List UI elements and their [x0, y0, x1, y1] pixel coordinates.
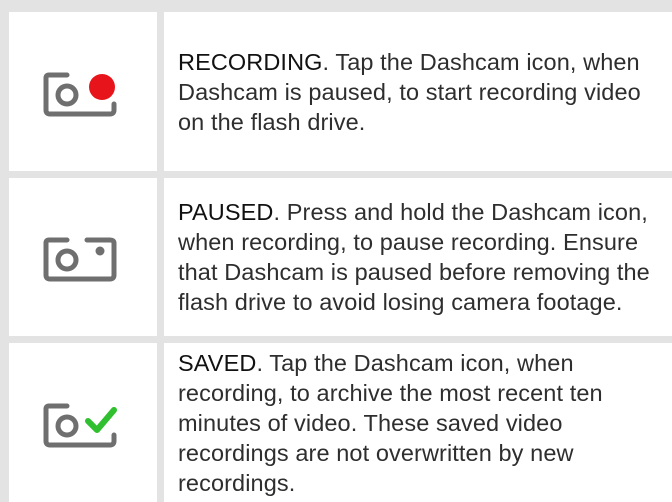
icon-cell — [9, 178, 157, 336]
table-row-paused: PAUSED. Press and hold the Dashcam icon,… — [0, 178, 672, 336]
description-text: RECORDING. Tap the Dashcam icon, when Da… — [178, 47, 672, 137]
description-cell: RECORDING. Tap the Dashcam icon, when Da… — [178, 12, 672, 171]
dashcam-paused-icon — [43, 237, 117, 282]
dashcam-status-table: RECORDING. Tap the Dashcam icon, when Da… — [0, 0, 672, 502]
description-cell: PAUSED. Press and hold the Dashcam icon,… — [178, 178, 672, 336]
row-divider — [0, 336, 672, 343]
dashcam-saved-icon — [43, 403, 117, 447]
status-label: RECORDING — [178, 48, 323, 75]
dashcam-recording-icon — [43, 72, 117, 116]
description-text: PAUSED. Press and hold the Dashcam icon,… — [178, 197, 672, 317]
row-divider — [0, 171, 672, 178]
status-label: PAUSED — [178, 199, 274, 225]
table-top-border — [0, 0, 672, 12]
status-label: SAVED — [178, 349, 257, 376]
description-cell: SAVED. Tap the Dashcam icon, when record… — [178, 343, 672, 502]
table-row-saved: SAVED. Tap the Dashcam icon, when record… — [0, 343, 672, 502]
icon-cell — [9, 343, 157, 502]
table-row-recording: RECORDING. Tap the Dashcam icon, when Da… — [0, 12, 672, 171]
icon-cell — [9, 12, 157, 171]
description-text: SAVED. Tap the Dashcam icon, when record… — [178, 348, 672, 498]
